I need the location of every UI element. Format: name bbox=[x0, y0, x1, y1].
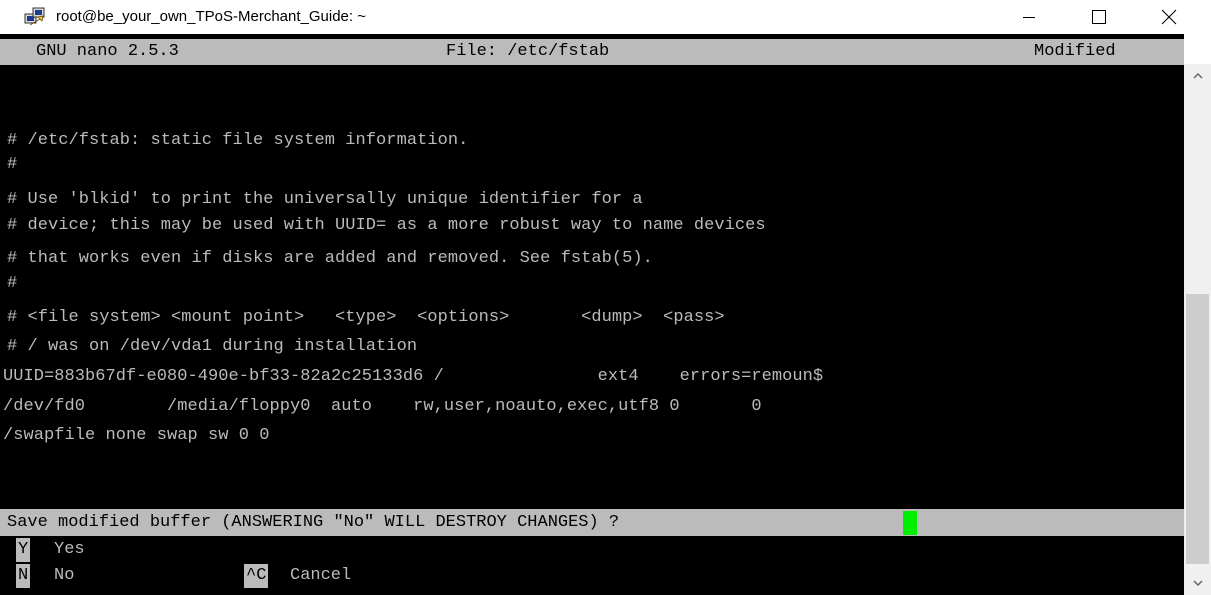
option-cancel-label[interactable]: Cancel bbox=[290, 564, 351, 588]
minimize-button[interactable] bbox=[1006, 0, 1052, 34]
editor-line[interactable]: # /etc/fstab: static file system informa… bbox=[7, 129, 468, 153]
option-no-key: N bbox=[16, 564, 31, 588]
editor-line[interactable]: # Use 'blkid' to print the universally u… bbox=[7, 188, 643, 212]
chevron-up-icon bbox=[1193, 73, 1202, 79]
close-button[interactable] bbox=[1146, 0, 1192, 34]
editor-line[interactable]: # / was on /dev/vda1 during installation bbox=[7, 335, 417, 359]
maximize-icon bbox=[1092, 10, 1106, 24]
vertical-scrollbar[interactable] bbox=[1184, 64, 1211, 595]
editor-line[interactable]: # bbox=[7, 272, 17, 296]
option-cancel-key[interactable]: ^C bbox=[244, 564, 269, 588]
editor-line[interactable]: # device; this may be used with UUID= as… bbox=[7, 214, 766, 238]
scroll-up-button[interactable] bbox=[1184, 64, 1211, 88]
save-prompt-text: Save modified buffer (ANSWERING "No" WIL… bbox=[7, 513, 620, 532]
option-no-label: No bbox=[54, 566, 75, 585]
option-yes[interactable]: Y Yes bbox=[0, 538, 1184, 562]
scrollbar-thumb[interactable] bbox=[1186, 294, 1209, 564]
chevron-down-icon bbox=[1193, 580, 1202, 586]
text-cursor bbox=[903, 511, 917, 535]
option-yes-label: Yes bbox=[54, 540, 85, 559]
window-titlebar[interactable]: root@be_your_own_TPoS-Merchant_Guide: ~ bbox=[0, 0, 1211, 34]
nano-header-bar: GNU nano 2.5.3 File: /etc/fstab Modified bbox=[0, 39, 1184, 65]
window-title: root@be_your_own_TPoS-Merchant_Guide: ~ bbox=[56, 8, 366, 25]
option-yes-key: Y bbox=[16, 538, 31, 562]
minimize-icon bbox=[1023, 17, 1035, 18]
save-prompt-bar: Save modified buffer (ANSWERING "No" WIL… bbox=[0, 509, 1184, 536]
terminal-screen[interactable]: GNU nano 2.5.3 File: /etc/fstab Modified… bbox=[0, 34, 1184, 595]
scroll-down-button[interactable] bbox=[1184, 571, 1211, 595]
putty-icon[interactable] bbox=[24, 7, 46, 27]
editor-line[interactable]: UUID=883b67df-e080-490e-bf33-82a2c25133d… bbox=[3, 365, 823, 389]
editor-line[interactable]: /swapfile none swap sw 0 0 bbox=[3, 424, 270, 448]
maximize-button[interactable] bbox=[1076, 0, 1122, 34]
editor-line[interactable]: # bbox=[7, 153, 17, 177]
nano-modified-status: Modified bbox=[1034, 42, 1116, 61]
editor-line[interactable]: /dev/fd0 /media/floppy0 auto rw,user,noa… bbox=[3, 395, 762, 419]
nano-version: GNU nano 2.5.3 bbox=[36, 42, 179, 61]
close-icon bbox=[1161, 9, 1177, 25]
nano-file-name: File: /etc/fstab bbox=[446, 42, 610, 61]
editor-line[interactable]: # <file system> <mount point> <type> <op… bbox=[7, 306, 725, 330]
option-no[interactable]: N No ^C Cancel bbox=[0, 564, 1184, 588]
editor-line[interactable]: # that works even if disks are added and… bbox=[7, 247, 653, 271]
